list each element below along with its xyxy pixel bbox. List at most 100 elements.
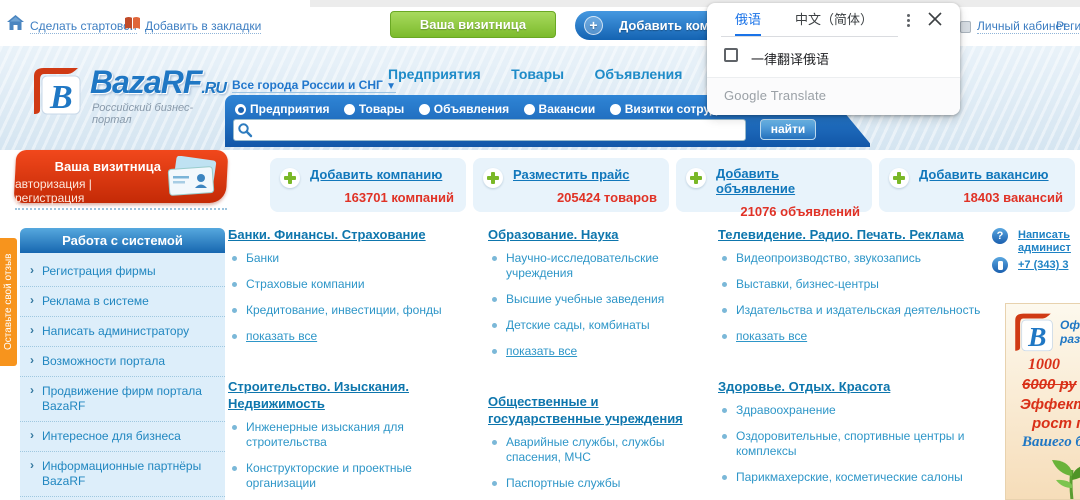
scope-label: Вакансии [539,102,596,116]
category-link[interactable]: Научно-исследовательские учреждения [506,251,659,280]
close-icon[interactable] [928,12,944,28]
add-ad-link[interactable]: Добавить объявление [716,166,860,196]
more-options-icon[interactable] [900,12,916,28]
make-home-link[interactable]: Сделать стартовой [30,19,137,34]
category-title[interactable]: Телевидение. Радио. Печать. Реклама [718,226,964,243]
nav-ads[interactable]: Объявления [595,66,683,82]
nav-goods[interactable]: Товары [511,66,564,82]
action-add-vacancy: Добавить вакансию 18403 вакансий [879,158,1075,212]
category-link[interactable]: Выставки, бизнес-центры [736,277,879,291]
scope-label: Товары [359,102,404,116]
radio-icon[interactable] [344,104,355,115]
sidebar-item-interesting[interactable]: Интересное для бизнеса [20,422,225,452]
category-link[interactable]: Видеопроизводство, звукозапись [736,251,921,265]
sidebar-item-write-admin[interactable]: Написать администратору [20,317,225,347]
sidebar-item-partners[interactable]: Информационные партнёры BazaRF [20,452,225,497]
category-link[interactable]: Паспортные службы [506,476,620,490]
goods-count: 205424 товаров [513,190,657,205]
category-link[interactable]: Высшие учебные заведения [506,292,664,306]
category-title[interactable]: Образование. Наука [488,226,618,243]
category-link[interactable]: Инженерные изыскания для строительства [246,420,404,449]
category-link[interactable]: Здравоохранение [736,403,836,417]
add-bookmark-link[interactable]: Добавить в закладки [145,19,261,34]
companies-count: 163701 компаний [310,190,454,205]
sidebar-item-registration[interactable]: Регистрация фирмы [20,257,225,287]
translate-footer: Google Translate [707,77,960,115]
show-all-link[interactable]: показать все [506,344,577,358]
scope-goods[interactable]: Товары [344,102,404,116]
category-link[interactable]: Кредитование, инвестиции, фонды [246,303,442,317]
top-gray-strip [310,0,1080,7]
search-button[interactable]: найти [760,119,816,140]
category-link[interactable]: Детские сады, комбинаты [506,318,650,332]
sidebar: Работа с системой Регистрация фирмы Рекл… [20,228,225,500]
tab-target-language[interactable]: 中文（简体） [795,3,873,36]
phone-link[interactable]: +7 (343) 3 [1018,259,1080,272]
ad-slogan-line2: рост пр [1032,415,1080,432]
category-link[interactable]: Издательства и издательская деятельность [736,303,980,317]
scope-ads[interactable]: Объявления [419,102,509,116]
green-plus-icon [889,168,909,188]
category-title[interactable]: Строительство. Изыскания. Недвижимость [228,378,481,412]
radio-icon[interactable] [235,104,246,115]
show-all-link[interactable]: показать все [246,329,317,343]
category-title[interactable]: Банки. Финансы. Страхование [228,226,426,243]
sidebar-title: Работа с системой [20,228,225,253]
scope-label: Предприятия [250,102,329,116]
category-link[interactable]: Банки [246,251,279,265]
green-plus-icon [280,168,300,188]
add-price-link[interactable]: Разместить прайс [513,167,630,182]
nav-companies[interactable]: Предприятия [388,66,481,82]
category-column-1: Банки. Финансы. Страхование Банки Страхо… [228,226,481,500]
category-link[interactable]: Конструкторские и проектные организации [246,461,412,490]
google-translate-popup: 俄语 中文（简体） 一律翻译俄语 Google Translate [707,3,960,115]
visit-card-block[interactable]: Ваша визитница авторизация | регистрация [15,150,227,203]
show-all-link[interactable]: показать все [736,329,807,343]
cities-label: Все города России и СНГ [232,78,383,92]
action-add-price: Разместить прайс 205424 товаров [473,158,669,212]
radio-icon[interactable] [610,104,621,115]
sidebar-item-features[interactable]: Возможности портала [20,347,225,377]
tab-source-language[interactable]: 俄语 [735,3,761,36]
bazarf-logo-icon: B [28,66,84,123]
question-icon: ? [992,228,1008,244]
scope-companies[interactable]: Предприятия [235,102,329,116]
category-link[interactable]: Оздоровительные, спортивные центры и ком… [736,429,964,458]
ad-text-line2: разм [1060,332,1080,346]
category-title[interactable]: Здоровье. Отдых. Красота [718,378,890,395]
add-company-link[interactable]: Добавить компанию [310,167,442,182]
your-visitcard-button[interactable]: Ваша визитница [390,11,556,38]
promo-banner[interactable]: B Офи разм 1000 6000 ру Эффект рост пр В… [1005,303,1080,500]
category-link[interactable]: Страховые компании [246,277,365,291]
show-all-link[interactable]: показать все [736,496,807,500]
ad-text-line1: Офи [1060,318,1080,332]
feedback-vertical-tab[interactable]: Оставьте свой отзыв [0,238,17,366]
logo[interactable]: B BazaRF.RU Российский бизнес-портал [28,62,228,124]
category-column-2: Образование. Наука Научно-исследовательс… [488,226,711,500]
always-translate-checkbox[interactable] [724,48,738,62]
category-title[interactable]: Общественные и государственные учреждени… [488,393,711,427]
category-media: Телевидение. Радио. Печать. Реклама Виде… [718,226,990,355]
category-link[interactable]: Парикмахерские, косметические салоны [736,470,963,484]
plus-icon: + [584,16,603,35]
category-link[interactable]: Аварийные службы, службы спасения, МЧС [506,435,665,464]
logo-text: BazaRF.RU [90,64,226,101]
search-input[interactable] [233,119,746,141]
ads-count: 21076 объявлений [716,204,860,219]
personal-cabinet-link[interactable]: Личный кабинет [977,19,1067,34]
write-admin-link[interactable]: Написать админист [1018,229,1080,255]
add-vacancy-link[interactable]: Добавить вакансию [919,167,1049,182]
radio-icon[interactable] [524,104,535,115]
visit-card-auth-links[interactable]: авторизация | регистрация [15,177,161,205]
sidebar-item-advertising[interactable]: Реклама в системе [20,287,225,317]
sidebar-item-promotion[interactable]: Продвижение фирм портала BazaRF [20,377,225,422]
phone-icon [992,257,1008,273]
scope-vacancies[interactable]: Вакансии [524,102,596,116]
cities-selector[interactable]: Все города России и СНГ ▼ [232,78,396,93]
bazarf-ad-logo-icon: B [1010,312,1056,359]
svg-text:B: B [49,79,73,116]
vacancies-count: 18403 вакансий [919,190,1063,205]
registration-link[interactable]: Регис [1056,19,1080,34]
search-scope-radios: Предприятия Товары Объявления Вакансии В… [235,100,763,118]
radio-icon[interactable] [419,104,430,115]
